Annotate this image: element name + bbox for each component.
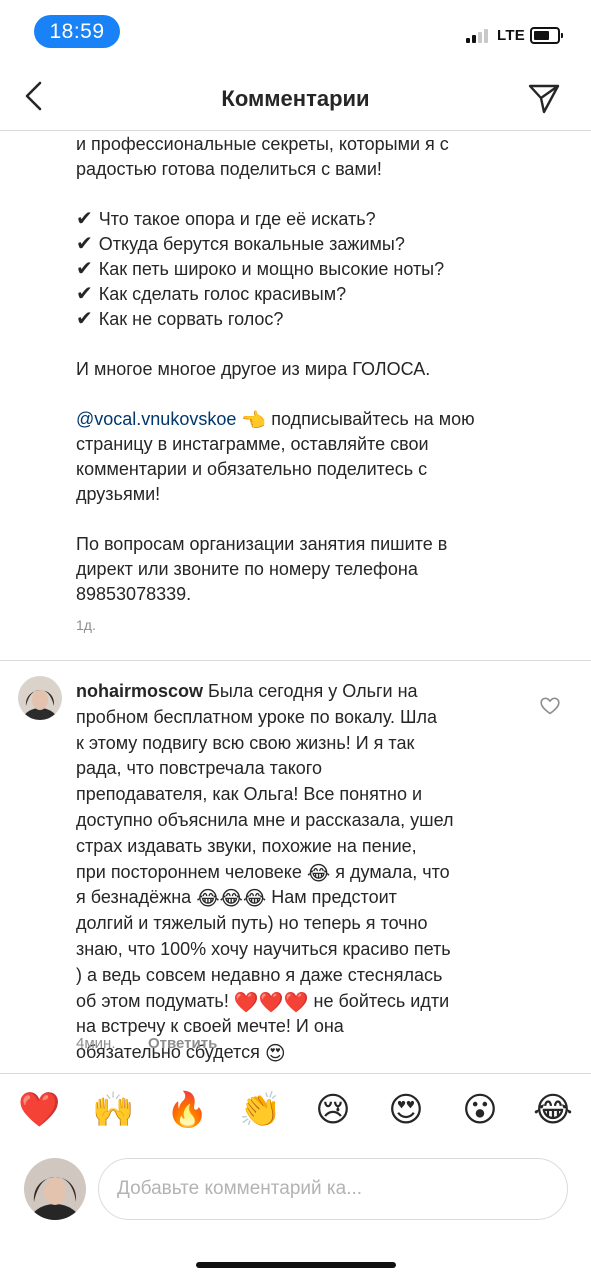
checkmark-icon: ✔ xyxy=(76,233,93,255)
my-avatar xyxy=(24,1158,86,1220)
reply-button[interactable]: Ответить xyxy=(148,1035,217,1052)
share-button[interactable] xyxy=(526,80,562,116)
tears-of-joy-icon: 😂 xyxy=(306,862,331,885)
crying-face-icon[interactable]: 😢 xyxy=(313,1088,353,1132)
caption-line: комментарии и обязательно поделитесь с xyxy=(76,459,428,479)
tears-of-joy-icon: 😂😂😂 xyxy=(196,888,267,911)
heart-eyes-icon: 😍 xyxy=(264,1043,286,1066)
checkmark-icon: ✔ xyxy=(76,283,93,305)
caption-line: 89853078339. xyxy=(76,584,192,604)
caption-line: страницу в инстаграмме, оставляйте свои xyxy=(76,434,429,454)
comment-input[interactable] xyxy=(98,1158,568,1220)
mention-link[interactable]: @vocal.vnukovskoe xyxy=(76,409,236,429)
caption-line: @vocal.vnukovskoe 👈 подписывайтесь на мо… xyxy=(76,409,475,432)
checklist-item: ✔ Как не сорвать голос? xyxy=(76,308,284,330)
fire-icon[interactable]: 🔥 xyxy=(166,1088,208,1132)
checklist-item: ✔ Откуда берутся вокальные зажимы? xyxy=(76,233,405,255)
status-bar: 18:59 LTE xyxy=(0,0,591,62)
surprised-face-icon[interactable]: 😮 xyxy=(460,1088,500,1132)
heart-eyes-icon[interactable]: 😍 xyxy=(386,1088,426,1132)
clapping-hands-icon[interactable]: 👏 xyxy=(239,1088,281,1132)
page-title: Комментарии xyxy=(221,86,370,111)
post-caption: и профессиональные секреты, которыми я с… xyxy=(76,132,576,607)
header: Комментарии xyxy=(0,62,591,130)
checkmark-icon: ✔ xyxy=(76,258,93,280)
cell-signal-icon xyxy=(466,29,492,43)
heart-outline-icon xyxy=(540,697,560,715)
quick-reaction-bar: ❤️ 🙌 🔥 👏 😢 😍 😮 😂 xyxy=(0,1088,591,1138)
like-comment-button[interactable] xyxy=(540,697,560,715)
caption-divider xyxy=(0,660,591,661)
comment-text: nohairmoscow Была сегодня у Ольги на про… xyxy=(76,681,454,1066)
battery-icon xyxy=(530,27,563,44)
caption-line: И многое многое другое из мира ГОЛОСА. xyxy=(76,359,431,379)
comment-username[interactable]: nohairmoscow xyxy=(76,681,203,701)
network-type: LTE xyxy=(497,27,526,44)
raising-hands-icon[interactable]: 🙌 xyxy=(92,1088,134,1132)
checkmark-icon: ✔ xyxy=(76,208,93,230)
header-divider xyxy=(0,130,591,131)
caption-line: друзьями! xyxy=(76,484,161,504)
red-heart-icon[interactable]: ❤️ xyxy=(18,1088,60,1132)
caption-timestamp: 1д. xyxy=(76,617,96,633)
comment-timestamp: 4мин. xyxy=(76,1035,116,1052)
checkmark-icon: ✔ xyxy=(76,308,93,330)
caption-line: и профессиональные секреты, которыми я с xyxy=(76,134,449,154)
paper-plane-icon xyxy=(528,84,560,114)
red-heart-icon: ❤️❤️❤️ xyxy=(233,991,309,1014)
composer-divider xyxy=(0,1073,591,1074)
pointing-hand-icon: 👈 xyxy=(241,410,267,432)
status-time[interactable]: 18:59 xyxy=(34,15,120,48)
checklist-item: ✔ Что такое опора и где её искать? xyxy=(76,208,376,230)
home-indicator xyxy=(196,1262,396,1268)
caption-line: По вопросам организации занятия пишите в xyxy=(76,534,448,554)
checklist-item: ✔ Как сделать голос красивым? xyxy=(76,283,347,305)
tears-of-joy-icon[interactable]: 😂 xyxy=(533,1088,573,1132)
caption-line: радостью готова поделиться с вами! xyxy=(76,159,382,179)
checklist-item: ✔ Как петь широко и мощно высокие ноты? xyxy=(76,258,445,280)
caption-line: директ или звоните по номеру телефона xyxy=(76,559,418,579)
commenter-avatar[interactable] xyxy=(18,676,62,720)
